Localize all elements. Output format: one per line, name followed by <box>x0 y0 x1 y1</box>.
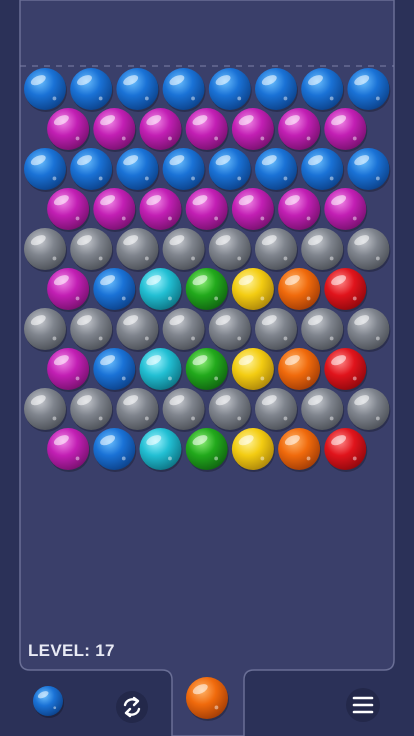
swap-button[interactable] <box>116 691 148 723</box>
game-stage <box>19 0 395 736</box>
next-bubble[interactable] <box>33 686 64 718</box>
level-label: LEVEL: <box>28 641 91 660</box>
level-value: 17 <box>95 641 115 660</box>
next-bubble-ball <box>33 686 64 718</box>
menu-button[interactable] <box>346 688 380 722</box>
level-indicator: LEVEL: 17 <box>28 641 115 661</box>
